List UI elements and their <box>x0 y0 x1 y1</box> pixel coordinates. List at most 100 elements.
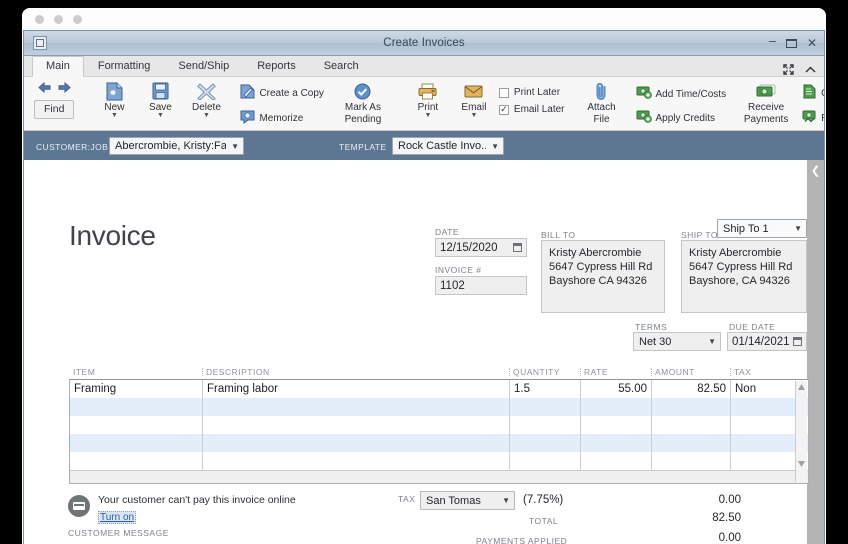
column-header-tax: TAX <box>730 367 790 377</box>
collapse-ribbon-chevron-icon[interactable] <box>805 65 816 74</box>
cell-rate[interactable] <box>581 398 652 416</box>
invoice-form-body <box>24 160 809 544</box>
cell-description[interactable] <box>203 398 510 416</box>
table-row[interactable]: Framing Framing labor 1.5 55.00 82.50 No… <box>70 380 808 398</box>
refund-credit-button[interactable]: Refund/Credit <box>800 108 824 130</box>
cell-description[interactable] <box>203 434 510 452</box>
cell-amount[interactable] <box>652 416 731 434</box>
delete-caret-icon[interactable]: ▼ <box>203 112 210 119</box>
save-button[interactable]: Save ▼ <box>137 79 183 119</box>
table-row[interactable] <box>70 416 808 434</box>
ship-to-dropdown[interactable]: Ship To 1 ▼ <box>717 219 807 238</box>
email-button[interactable]: Email ▼ <box>451 79 497 119</box>
new-caret-icon[interactable]: ▼ <box>111 112 118 119</box>
date-field[interactable]: 12/15/2020 <box>435 238 527 257</box>
expand-ribbon-icon[interactable] <box>783 64 794 75</box>
due-date-field[interactable]: 01/14/2021 <box>727 332 807 351</box>
invoice-number-field[interactable]: 1102 <box>435 276 527 295</box>
tab-main[interactable]: Main <box>32 56 84 77</box>
mark-as-pending-button[interactable]: Mark As Pending <box>335 79 391 125</box>
cell-amount[interactable] <box>652 452 731 470</box>
cell-tax[interactable]: Non <box>731 380 791 398</box>
terms-value: Net 30 <box>639 335 672 348</box>
tax-dropdown[interactable]: San Tomas ▼ <box>420 491 515 510</box>
cell-rate[interactable] <box>581 434 652 452</box>
mac-minimize-dot[interactable] <box>54 15 63 24</box>
cell-amount[interactable]: 82.50 <box>652 380 731 398</box>
cell-rate[interactable]: 55.00 <box>581 380 652 398</box>
attach-file-button[interactable]: Attach File <box>579 79 625 125</box>
memorize-button[interactable]: Memorize <box>238 108 325 130</box>
cell-rate[interactable] <box>581 452 652 470</box>
turn-on-link[interactable]: Turn on <box>98 511 137 524</box>
save-caret-icon[interactable]: ▼ <box>157 112 164 119</box>
calendar-icon[interactable] <box>792 336 803 346</box>
window-restore-icon[interactable] <box>33 36 47 50</box>
cell-quantity[interactable] <box>510 416 581 434</box>
cell-description[interactable]: Framing labor <box>203 380 510 398</box>
close-button[interactable]: ✕ <box>807 37 817 49</box>
ship-to-line-3: Bayshore, CA 94326 <box>689 275 790 287</box>
due-date-value: 01/14/2021 <box>732 335 790 348</box>
cell-tax[interactable] <box>731 416 791 434</box>
chevron-left-icon[interactable]: ❮ <box>807 166 824 177</box>
previous-arrow-icon[interactable] <box>37 80 51 98</box>
print-later-checkbox[interactable]: Print Later <box>498 86 565 99</box>
scroll-up-arrow-icon[interactable] <box>796 381 807 392</box>
tab-reports[interactable]: Reports <box>243 56 310 76</box>
next-arrow-icon[interactable] <box>58 80 71 98</box>
cell-quantity[interactable] <box>510 434 581 452</box>
add-time-costs-button[interactable]: Add Time/Costs <box>634 84 729 105</box>
cell-description[interactable] <box>203 452 510 470</box>
cell-tax[interactable] <box>731 452 791 470</box>
table-row[interactable] <box>70 434 808 452</box>
receive-payments-button[interactable]: Receive Payments <box>737 79 795 125</box>
bill-to-address[interactable]: Kristy Abercrombie 5647 Cypress Hill Rd … <box>541 240 665 313</box>
delete-button[interactable]: Delete ▼ <box>183 79 229 119</box>
online-payment-promo: Your customer can't pay this invoice onl… <box>68 494 296 525</box>
cell-item[interactable]: Framing <box>70 380 203 398</box>
cell-description[interactable] <box>203 416 510 434</box>
cell-tax[interactable] <box>731 398 791 416</box>
customer-job-dropdown[interactable]: Abercrombie, Kristy:Fa... ▼ <box>109 137 244 155</box>
create-a-batch-button[interactable]: Create a Batch <box>800 83 824 105</box>
tab-search[interactable]: Search <box>310 56 373 76</box>
print-button[interactable]: Print ▼ <box>405 79 451 119</box>
cell-quantity[interactable]: 1.5 <box>510 380 581 398</box>
print-caret-icon[interactable]: ▼ <box>424 112 431 119</box>
apply-credits-button[interactable]: Apply Credits <box>634 108 729 129</box>
cell-tax[interactable] <box>731 434 791 452</box>
cell-amount[interactable] <box>652 398 731 416</box>
cell-quantity[interactable] <box>510 452 581 470</box>
attach-file-label-1: Attach <box>587 102 616 113</box>
cell-item[interactable] <box>70 452 203 470</box>
calendar-icon[interactable] <box>512 242 523 252</box>
cell-amount[interactable] <box>652 434 731 452</box>
ship-to-address[interactable]: Kristy Abercrombie 5647 Cypress Hill Rd … <box>681 240 807 313</box>
template-dropdown[interactable]: Rock Castle Invo... ▼ <box>392 137 504 155</box>
find-button[interactable]: Find <box>34 100 75 119</box>
mac-close-dot[interactable] <box>35 15 44 24</box>
cell-item[interactable] <box>70 434 203 452</box>
mac-zoom-dot[interactable] <box>73 15 82 24</box>
new-button[interactable]: New ▼ <box>91 79 137 119</box>
table-scrollbar[interactable] <box>795 381 807 482</box>
mac-titlebar <box>22 8 826 30</box>
scroll-down-arrow-icon[interactable] <box>796 458 807 469</box>
cell-item[interactable] <box>70 416 203 434</box>
cell-item[interactable] <box>70 398 203 416</box>
minimize-button[interactable]: – <box>769 34 776 47</box>
table-row[interactable] <box>70 398 808 416</box>
tab-formatting[interactable]: Formatting <box>84 56 165 76</box>
cell-rate[interactable] <box>581 416 652 434</box>
nav-find-group: Find <box>28 77 82 130</box>
email-caret-icon[interactable]: ▼ <box>470 112 477 119</box>
maximize-button[interactable] <box>785 38 797 48</box>
terms-dropdown[interactable]: Net 30 ▼ <box>633 332 721 351</box>
table-row[interactable] <box>70 452 808 470</box>
sidebar-collapse-strip[interactable]: ❮ <box>806 160 824 544</box>
cell-quantity[interactable] <box>510 398 581 416</box>
tab-send-ship[interactable]: Send/Ship <box>164 56 243 76</box>
email-later-checkbox[interactable]: ✓ Email Later <box>498 103 565 116</box>
create-a-copy-button[interactable]: Create a Copy <box>238 83 325 105</box>
